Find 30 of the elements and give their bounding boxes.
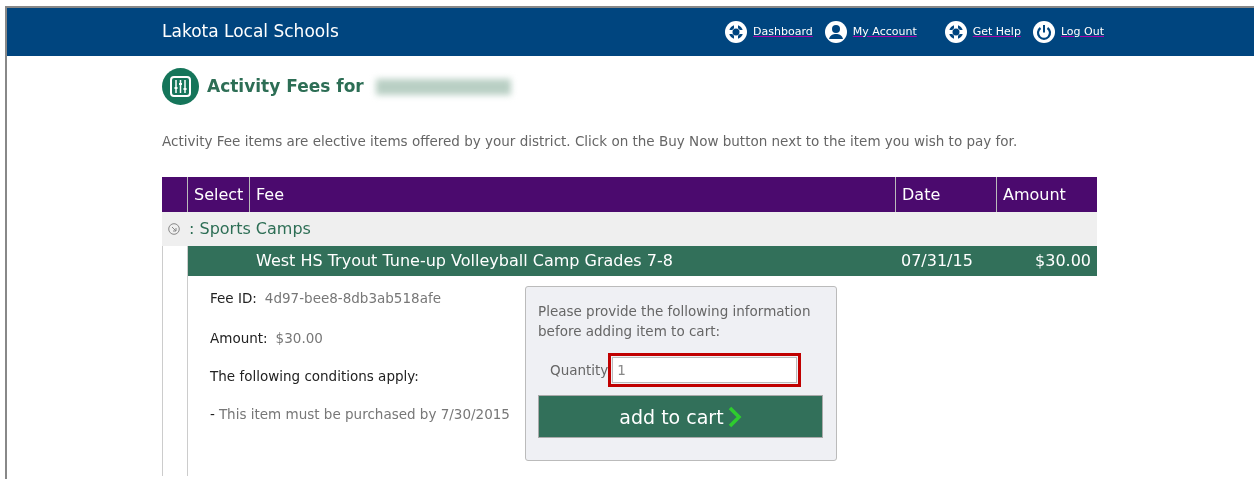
collapse-icon — [168, 223, 180, 236]
quantity-label: Quantity — [550, 361, 609, 381]
lifebuoy-icon — [944, 21, 967, 43]
power-icon — [1032, 21, 1055, 43]
fee-date: 07/31/15 — [900, 250, 974, 273]
intro-text: Activity Fee items are elective items offered by your district. Click on the Buy Now button next to the item you wish to pay for. — [162, 132, 1019, 151]
nav-link[interactable]: Log Out — [1032, 21, 1104, 43]
field-label: Fee ID: — [210, 289, 257, 309]
fee-name: West HS Tryout Tune-up Volleyball Camp Grades 7-8 — [255, 250, 674, 273]
nav-link[interactable]: Dashboard — [725, 21, 813, 43]
nav-link[interactable]: My Account — [824, 21, 917, 43]
add-to-cart-button[interactable]: add to cart — [538, 395, 823, 439]
nav-link[interactable]: Get Help — [944, 21, 1021, 43]
conditions-label: The following conditions apply: — [210, 366, 420, 386]
amount-value: $30.00 — [275, 328, 323, 348]
fee-id: 4d97-bee8-8db3ab518afe — [264, 289, 441, 309]
field-label: Amount: — [210, 328, 268, 348]
bullet-dash: - — [210, 405, 215, 424]
chevron-right-icon — [727, 405, 742, 428]
user-icon — [824, 21, 847, 43]
group-row[interactable]: : Sports Camps — [162, 212, 1097, 247]
lifebuoy-icon — [725, 21, 748, 43]
site-title: Lakota Local Schools — [162, 20, 339, 44]
page-title: Activity Fees for — [207, 74, 364, 98]
popup-message: Please provide the following information before adding item to cart: — [538, 302, 812, 342]
quantity-field[interactable]: 1 — [608, 353, 802, 388]
condition-text: This item must be purchased by 7/30/2015 — [218, 405, 510, 424]
fee-amount: $30.00 — [1034, 250, 1092, 273]
fee-row[interactable]: West HS Tryout Tune-up Volleyball Camp Grades 7-8 07/31/15 $30.00 — [188, 246, 1097, 277]
sliders-icon — [162, 68, 199, 105]
